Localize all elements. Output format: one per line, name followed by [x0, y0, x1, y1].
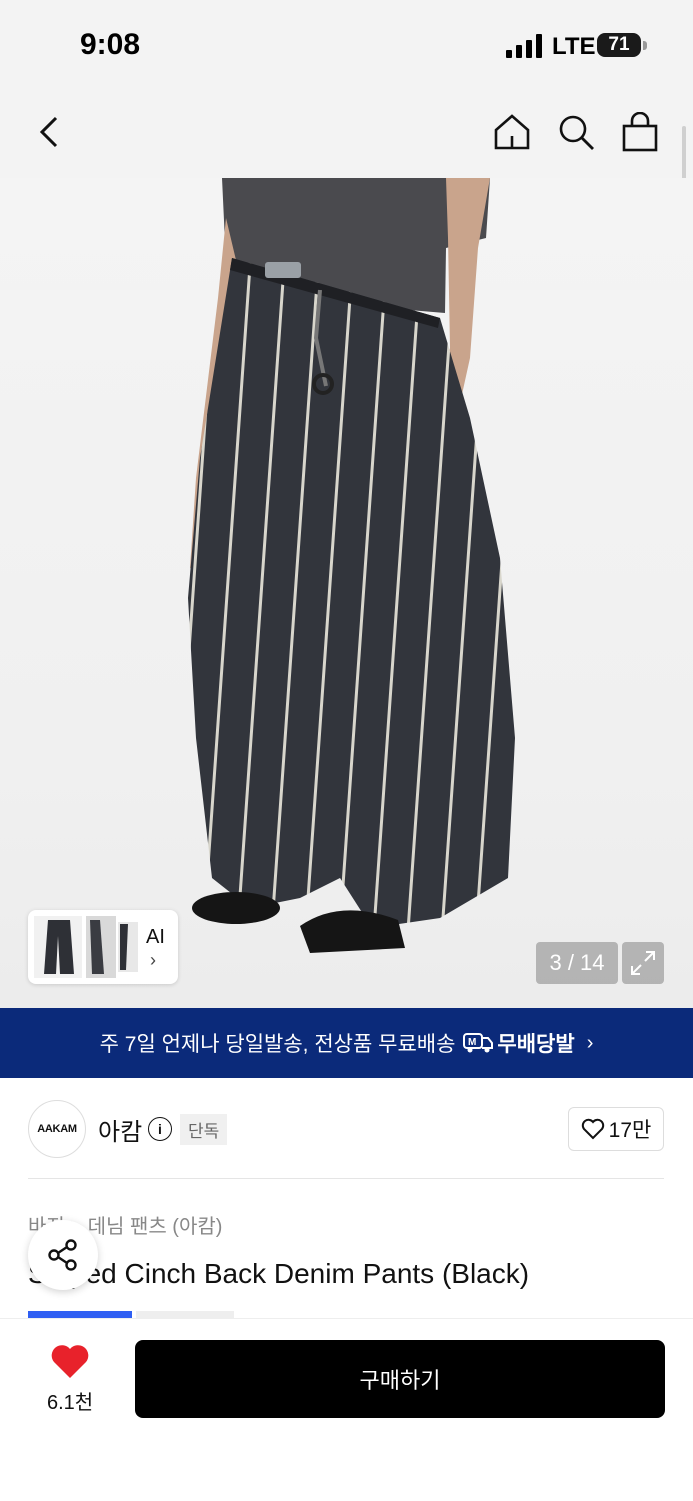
- brand-logo[interactable]: AAKAM: [28, 1100, 86, 1158]
- share-icon: [48, 1239, 77, 1271]
- brand-like-button[interactable]: 17만: [568, 1107, 664, 1151]
- status-time: 9:08: [80, 28, 141, 61]
- image-counter: 3 / 14: [536, 942, 618, 984]
- heart-icon[interactable]: [50, 1344, 90, 1380]
- search-icon[interactable]: [552, 108, 600, 156]
- chevron-right-icon: ›: [586, 1031, 594, 1054]
- product-title: Striped Cinch Back Denim Pants (Black): [28, 1258, 530, 1289]
- ai-thumbnail-strip[interactable]: AI ›: [28, 910, 178, 984]
- delivery-banner[interactable]: 주 7일 언제나 당일발송, 전상품 무료배송 M 무배당발 ›: [0, 1008, 693, 1078]
- battery-icon: 71: [597, 33, 649, 59]
- heart-outline-icon: [581, 1118, 604, 1140]
- delivery-truck-icon: M: [463, 1033, 494, 1053]
- svg-text:M: M: [468, 1037, 476, 1048]
- buy-button[interactable]: 구매하기: [135, 1340, 665, 1418]
- chevron-right-icon: ›: [150, 950, 156, 970]
- signal-icon: [506, 34, 542, 58]
- banner-brand-label: 무배당발: [497, 1033, 575, 1056]
- info-icon[interactable]: i: [148, 1117, 172, 1141]
- top-nav: [0, 90, 693, 178]
- exclusive-badge: 단독: [180, 1114, 228, 1145]
- ai-label: AI: [146, 926, 165, 948]
- network-label: LTE: [552, 33, 596, 60]
- home-icon[interactable]: [488, 108, 536, 156]
- divider: [28, 1178, 664, 1179]
- battery-level: 71: [597, 33, 641, 57]
- banner-brand: M 무배당발: [463, 1028, 575, 1058]
- product-image[interactable]: [0, 178, 693, 1008]
- like-count: 6.1천: [47, 1392, 94, 1414]
- brand-like-count: 17만: [608, 1119, 652, 1142]
- cart-icon[interactable]: [616, 108, 664, 156]
- back-icon[interactable]: [26, 108, 74, 156]
- share-button[interactable]: [28, 1220, 98, 1290]
- brand-name[interactable]: 아캄: [98, 1112, 142, 1147]
- banner-text: 주 7일 언제나 당일발송, 전상품 무료배송: [99, 1033, 456, 1056]
- expand-icon[interactable]: [622, 942, 664, 984]
